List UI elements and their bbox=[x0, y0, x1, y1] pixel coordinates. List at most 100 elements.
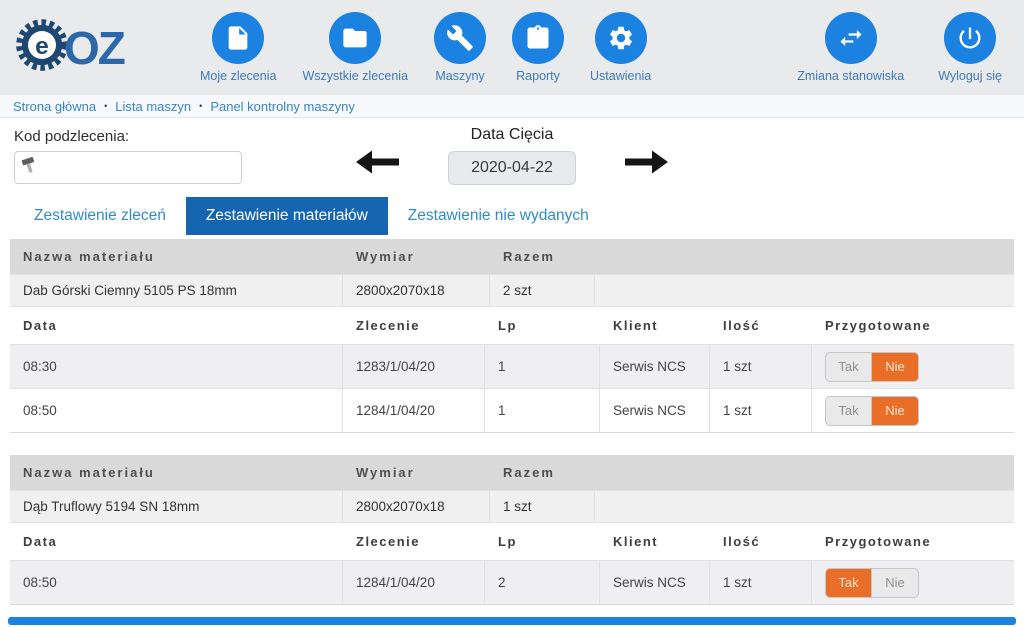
nav-label: Maszyny bbox=[435, 69, 484, 83]
toggle-tak-button[interactable]: Tak bbox=[826, 353, 872, 381]
material-empty bbox=[595, 491, 1014, 522]
tab-label: Zestawienie materiałów bbox=[206, 207, 368, 225]
col-ilosc: Ilość bbox=[710, 523, 812, 560]
date-picker[interactable]: 2020-04-22 bbox=[448, 151, 576, 185]
cell-order: 1284/1/04/20 bbox=[343, 561, 485, 604]
cell-time: 08:50 bbox=[10, 561, 343, 604]
logo-text: OZ bbox=[64, 21, 124, 75]
toggle-nie-button[interactable]: Nie bbox=[872, 397, 918, 425]
col-wymiar: Wymiar bbox=[343, 239, 490, 274]
toggle-tak-button[interactable]: Tak bbox=[826, 397, 872, 425]
col-nazwa-materialu: Nazwa materiału bbox=[10, 455, 343, 490]
tab-label: Zestawienie nie wydanych bbox=[408, 207, 589, 225]
user-nav: Zmiana stanowiska Wyloguj się bbox=[797, 12, 1002, 83]
col-razem: Razem bbox=[490, 455, 595, 490]
cell-qty: 1 szt bbox=[710, 345, 812, 388]
material-header-row: Nazwa materiału Wymiar Razem bbox=[10, 239, 1014, 274]
arrow-right-icon bbox=[624, 147, 670, 182]
toggle-nie-button[interactable]: Nie bbox=[872, 353, 918, 381]
tab-label: Zestawienie zleceń bbox=[34, 207, 166, 225]
material-dimension: 2800x2070x18 bbox=[343, 491, 490, 522]
power-icon bbox=[944, 12, 996, 64]
prepared-toggle: Tak Nie bbox=[825, 568, 919, 598]
main-nav: Moje zlecenia Wszystkie zlecenia Maszyny… bbox=[200, 12, 651, 83]
col-data: Data bbox=[10, 307, 343, 344]
nav-item-wszystkie-zlecenia[interactable]: Wszystkie zlecenia bbox=[302, 12, 408, 83]
cell-qty: 1 szt bbox=[710, 389, 812, 432]
nav-item-moje-zlecenia[interactable]: Moje zlecenia bbox=[200, 12, 276, 83]
col-przygotowane: Przygotowane bbox=[812, 307, 1014, 344]
col-empty bbox=[595, 455, 1014, 490]
prepared-toggle: Tak Nie bbox=[825, 396, 919, 426]
toggle-tak-button[interactable]: Tak bbox=[826, 569, 872, 597]
material-name: Dąb Truflowy 5194 SN 18mm bbox=[10, 491, 343, 522]
col-ilosc: Ilość bbox=[710, 307, 812, 344]
material-total: 2 szt bbox=[490, 275, 595, 306]
cell-qty: 1 szt bbox=[710, 561, 812, 604]
cell-prepared: Tak Nie bbox=[812, 389, 1014, 432]
gear-icon bbox=[595, 12, 647, 64]
nav-item-zmiana-stanowiska[interactable]: Zmiana stanowiska bbox=[797, 12, 904, 83]
app-header: e OZ Moje zlecenia Wszystkie zlecenia Ma… bbox=[0, 0, 1024, 95]
breadcrumb-link-strona-glowna[interactable]: Strona główna bbox=[13, 99, 96, 114]
data-ciecia-label: Data Cięcia bbox=[471, 126, 554, 144]
col-klient: Klient bbox=[600, 523, 710, 560]
cell-order: 1284/1/04/20 bbox=[343, 389, 485, 432]
nav-item-wyloguj-sie[interactable]: Wyloguj się bbox=[938, 12, 1002, 83]
table-row: 08:50 1284/1/04/20 1 Serwis NCS 1 szt Ta… bbox=[10, 388, 1014, 432]
material-table-1: Nazwa materiału Wymiar Razem Dab Górski … bbox=[10, 239, 1014, 433]
detail-header-row: Data Zlecenie Lp Klient Ilość Przygotowa… bbox=[10, 522, 1014, 560]
breadcrumb: Strona główna • Lista maszyn • Panel kon… bbox=[0, 95, 1024, 118]
table-row: 08:30 1283/1/04/20 1 Serwis NCS 1 szt Ta… bbox=[10, 344, 1014, 388]
material-dimension: 2800x2070x18 bbox=[343, 275, 490, 306]
cell-client: Serwis NCS bbox=[600, 389, 710, 432]
folder-icon bbox=[329, 12, 381, 64]
logo-gear-icon: e bbox=[14, 17, 70, 78]
tab-zestawienie-materialow[interactable]: Zestawienie materiałów bbox=[186, 197, 388, 235]
breadcrumb-link-panel-kontrolny[interactable]: Panel kontrolny maszyny bbox=[210, 99, 355, 114]
clipboard-icon bbox=[512, 12, 564, 64]
col-empty bbox=[595, 239, 1014, 274]
material-row: Dab Górski Ciemny 5105 PS 18mm 2800x2070… bbox=[10, 274, 1014, 306]
col-razem: Razem bbox=[490, 239, 595, 274]
cell-time: 08:50 bbox=[10, 389, 343, 432]
cell-client: Serwis NCS bbox=[600, 561, 710, 604]
next-day-button[interactable] bbox=[624, 147, 670, 182]
nav-item-ustawienia[interactable]: Ustawienia bbox=[590, 12, 651, 83]
wrench-icon bbox=[434, 12, 486, 64]
cell-order: 1283/1/04/20 bbox=[343, 345, 485, 388]
prepared-toggle: Tak Nie bbox=[825, 352, 919, 382]
bottom-accent-bar bbox=[8, 617, 1016, 625]
nav-label: Wyloguj się bbox=[938, 69, 1002, 83]
material-row: Dąb Truflowy 5194 SN 18mm 2800x2070x18 1… bbox=[10, 490, 1014, 522]
cell-lp: 1 bbox=[485, 345, 600, 388]
app-logo[interactable]: e OZ bbox=[14, 17, 186, 78]
material-name: Dab Górski Ciemny 5105 PS 18mm bbox=[10, 275, 343, 306]
nav-label: Moje zlecenia bbox=[200, 69, 276, 83]
material-header-row: Nazwa materiału Wymiar Razem bbox=[10, 455, 1014, 490]
previous-day-button[interactable] bbox=[354, 147, 400, 182]
nav-item-maszyny[interactable]: Maszyny bbox=[434, 12, 486, 83]
tab-zestawienie-zlecen[interactable]: Zestawienie zleceń bbox=[14, 197, 186, 235]
detail-header-row: Data Zlecenie Lp Klient Ilość Przygotowa… bbox=[10, 306, 1014, 344]
breadcrumb-link-lista-maszyn[interactable]: Lista maszyn bbox=[115, 99, 191, 114]
col-przygotowane: Przygotowane bbox=[812, 523, 1014, 560]
col-klient: Klient bbox=[600, 307, 710, 344]
arrow-left-icon bbox=[354, 147, 400, 182]
swap-arrows-icon bbox=[825, 12, 877, 64]
cell-time: 08:30 bbox=[10, 345, 343, 388]
cell-prepared: Tak Nie bbox=[812, 345, 1014, 388]
cell-lp: 1 bbox=[485, 389, 600, 432]
material-table-2: Nazwa materiału Wymiar Razem Dąb Truflow… bbox=[10, 455, 1014, 605]
col-nazwa-materialu: Nazwa materiału bbox=[10, 239, 343, 274]
tab-zestawienie-nie-wydanych[interactable]: Zestawienie nie wydanych bbox=[388, 197, 609, 235]
cell-client: Serwis NCS bbox=[600, 345, 710, 388]
document-icon bbox=[212, 12, 264, 64]
breadcrumb-separator: • bbox=[199, 101, 202, 111]
toggle-nie-button[interactable]: Nie bbox=[872, 569, 918, 597]
nav-label: Wszystkie zlecenia bbox=[302, 69, 408, 83]
nav-item-raporty[interactable]: Raporty bbox=[512, 12, 564, 83]
col-zlecenie: Zlecenie bbox=[343, 523, 485, 560]
table-row: 08:50 1284/1/04/20 2 Serwis NCS 1 szt Ta… bbox=[10, 560, 1014, 604]
cell-prepared: Tak Nie bbox=[812, 561, 1014, 604]
